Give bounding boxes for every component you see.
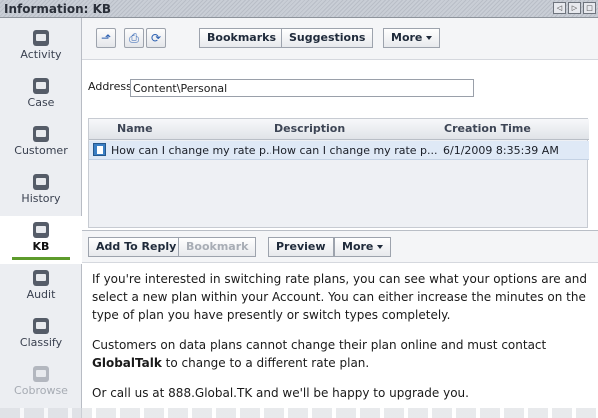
article-paragraph-3: Or call us at 888.Global.TK and we'll be…	[92, 386, 469, 400]
activity-icon	[33, 30, 49, 46]
sidebar-item-label: KB	[32, 240, 50, 253]
print-icon[interactable]: ⎙	[124, 28, 144, 48]
cell-description: How can I change my rate p...	[272, 144, 438, 157]
article-paragraph-2: Customers on data plans cannot change th…	[92, 336, 598, 372]
sidebar-item-label: Audit	[26, 288, 56, 301]
more-label: More	[342, 240, 374, 253]
sidebar-item-kb[interactable]: KB	[0, 216, 82, 264]
kb-results-grid: Name Description Creation Time How can I…	[88, 118, 589, 228]
cell-name: How can I change my rate p...	[111, 144, 271, 157]
column-header-description[interactable]: Description	[274, 122, 345, 135]
document-icon	[93, 143, 106, 156]
sidebar-item-label: History	[21, 192, 61, 205]
sidebar-item-label: Classify	[19, 336, 63, 349]
customer-icon	[33, 126, 49, 142]
sidebar-item-label: Customer	[14, 144, 68, 157]
sidebar-item-history[interactable]: History	[0, 168, 82, 216]
add-to-reply-button[interactable]: Add To Reply	[88, 237, 185, 257]
bookmarks-button[interactable]: Bookmarks	[199, 28, 284, 48]
sidebar-item-audit[interactable]: Audit	[0, 264, 82, 312]
kb-icon	[33, 222, 49, 238]
cutoff-footer	[0, 408, 598, 418]
sidebar-item-label: Case	[27, 96, 55, 109]
collapse-right-icon[interactable]: ▷	[568, 2, 581, 14]
window-controls: ◁ ▷ □	[553, 2, 596, 14]
refresh-icon[interactable]: ⟳	[146, 28, 166, 48]
article-content: If you're interested in switching rate p…	[92, 270, 598, 414]
chevron-down-icon	[377, 245, 384, 249]
sidebar-item-customer[interactable]: Customer	[0, 120, 82, 168]
sidebar-item-label: Cobrowse	[14, 384, 68, 397]
audit-icon	[33, 270, 49, 286]
address-label: Address	[88, 80, 132, 93]
grid-header: Name Description Creation Time	[89, 119, 589, 140]
article-text: to change to a different rate plan.	[161, 356, 370, 370]
window-titlebar: Information: KB ◁ ▷ □	[0, 0, 598, 18]
history-icon	[33, 174, 49, 190]
column-header-name[interactable]: Name	[117, 122, 153, 135]
main-panel: ⬏ ⎙ ⟳ Bookmarks Suggestions More Address…	[82, 18, 598, 418]
sidebar-item-case[interactable]: Case	[0, 72, 82, 120]
restore-icon[interactable]: □	[583, 2, 596, 14]
more-label: More	[391, 31, 423, 44]
sidebar-item-classify[interactable]: Classify	[0, 312, 82, 360]
cobrowse-icon	[33, 366, 49, 382]
table-row[interactable]: How can I change my rate p... How can I …	[89, 141, 589, 160]
chevron-down-icon	[426, 36, 433, 40]
cell-creation-time: 6/1/2009 8:35:39 AM	[443, 144, 559, 157]
article-paragraph-1: If you're interested in switching rate p…	[92, 272, 588, 322]
sidebar-item-activity[interactable]: Activity	[0, 24, 82, 72]
bookmark-button: Bookmark	[178, 237, 257, 257]
suggestions-button[interactable]: Suggestions	[281, 28, 374, 48]
more-button[interactable]: More	[383, 28, 441, 48]
kb-toolbar: ⬏ ⎙ ⟳ Bookmarks Suggestions More	[82, 18, 598, 60]
sidebar-item-cobrowse: Cobrowse	[0, 360, 82, 408]
case-icon	[33, 78, 49, 94]
brand-name: GlobalTalk	[92, 356, 162, 370]
sidebar: Activity Case Customer History KB Audit …	[0, 18, 82, 418]
classify-icon	[33, 318, 49, 334]
column-header-creation-time[interactable]: Creation Time	[444, 122, 531, 135]
preview-button[interactable]: Preview	[268, 237, 334, 257]
more-button-2[interactable]: More	[334, 237, 392, 257]
article-text: Customers on data plans cannot change th…	[92, 338, 547, 352]
address-input[interactable]	[130, 79, 474, 97]
sidebar-item-label: Activity	[20, 48, 62, 61]
collapse-left-icon[interactable]: ◁	[553, 2, 566, 14]
window-title: Information: KB	[4, 2, 112, 16]
preview-toolbar: Add To Reply Bookmark Preview More	[82, 231, 598, 263]
up-folder-icon[interactable]: ⬏	[96, 28, 116, 48]
